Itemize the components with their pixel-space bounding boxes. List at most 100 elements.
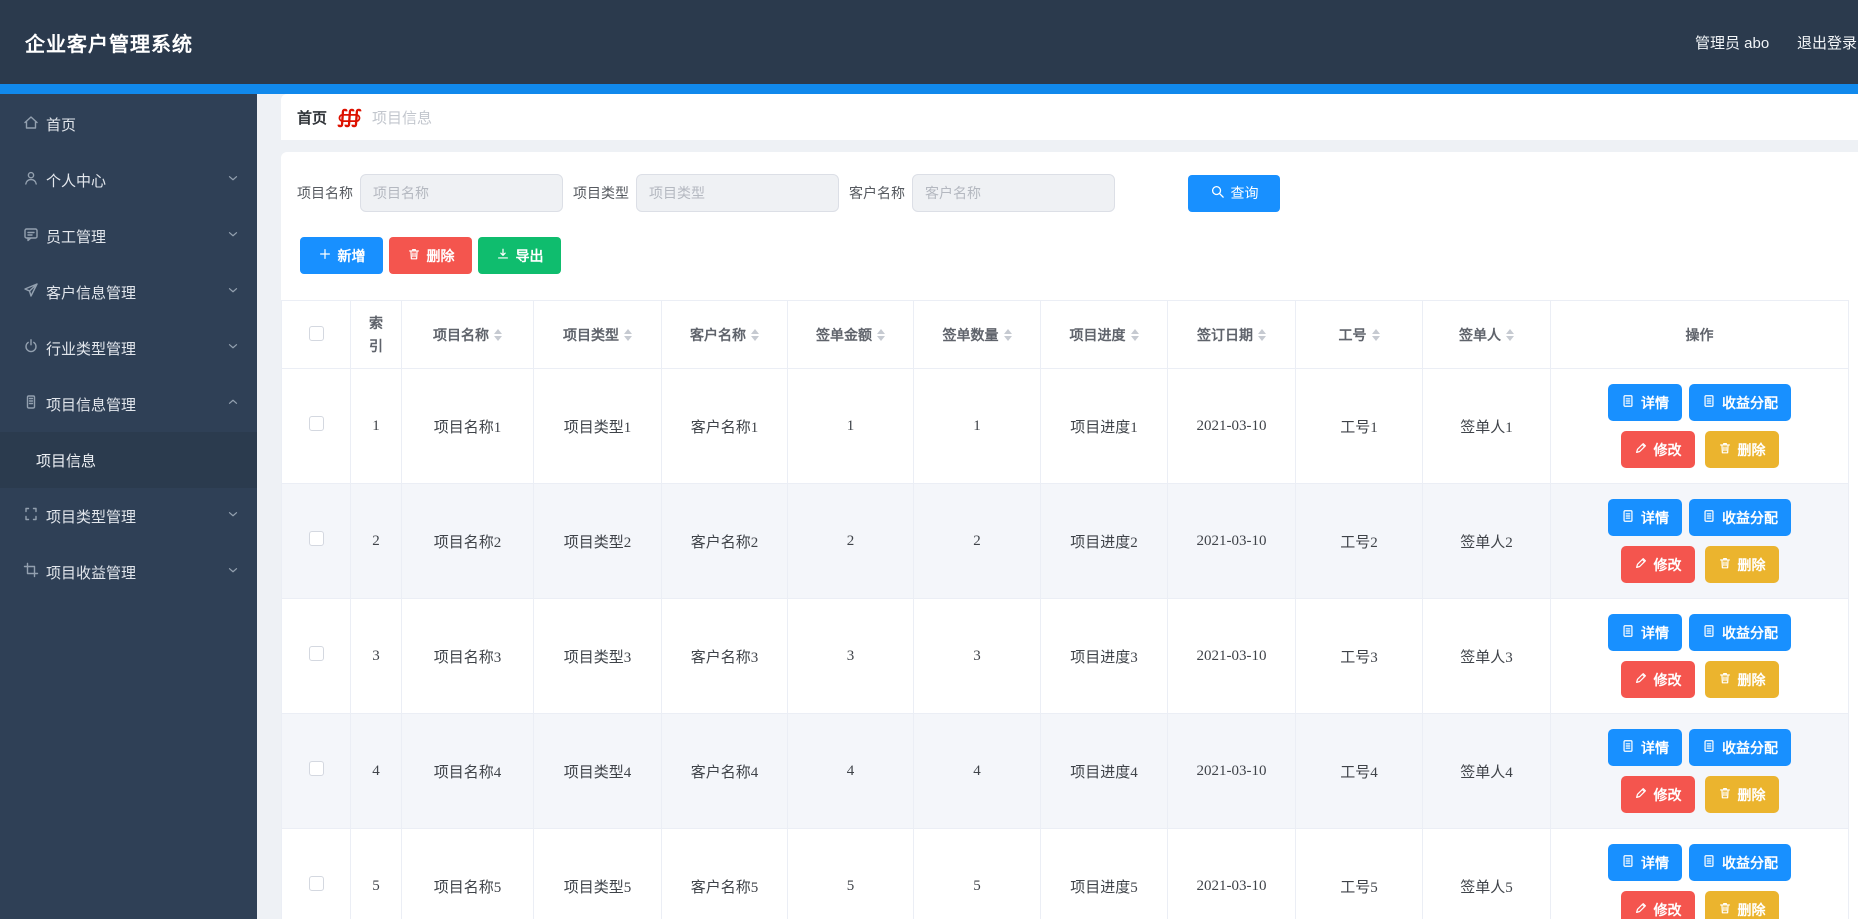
table-row: 2项目名称2项目类型2客户名称222项目进度22021-03-10工号2签单人2… (282, 484, 1849, 599)
sidebar-item-0[interactable]: 首页 (0, 96, 257, 152)
detail-button[interactable]: 详情 (1608, 614, 1682, 651)
row-checkbox[interactable] (309, 416, 324, 431)
edit-button[interactable]: 修改 (1621, 431, 1695, 468)
sidebar-item-4[interactable]: 行业类型管理 (0, 320, 257, 376)
download-icon (496, 247, 510, 264)
edit-button[interactable]: 修改 (1621, 776, 1695, 813)
sidebar-item-label: 首页 (46, 114, 76, 135)
sort-icon[interactable] (1131, 329, 1139, 341)
sidebar-item-3[interactable]: 客户信息管理 (0, 264, 257, 320)
chevron-down-icon (226, 507, 240, 526)
row-checkbox[interactable] (309, 761, 324, 776)
edit-button[interactable]: 修改 (1621, 546, 1695, 583)
column-header-2[interactable]: 项目名称 (402, 301, 534, 369)
column-header-10[interactable]: 签单人 (1423, 301, 1551, 369)
admin-name: 管理员 abo (1695, 32, 1769, 53)
table-cell: 项目进度1 (1041, 369, 1168, 484)
app-header: 企业客户管理系统 管理员 abo 退出登录 (0, 0, 1858, 84)
table-cell: 3 (788, 599, 914, 714)
sidebar-item-2[interactable]: 员工管理 (0, 208, 257, 264)
sort-icon[interactable] (751, 329, 759, 341)
column-header-5[interactable]: 签单金额 (788, 301, 914, 369)
sidebar-item-7[interactable]: 项目收益管理 (0, 544, 257, 600)
row-select-cell (282, 599, 351, 714)
project-type-input[interactable] (636, 174, 839, 212)
column-header-6[interactable]: 签单数量 (914, 301, 1041, 369)
row-checkbox[interactable] (309, 531, 324, 546)
profit-allocate-button[interactable]: 收益分配 (1689, 844, 1791, 881)
remove-button[interactable]: 删除 (1705, 661, 1779, 698)
profit-allocate-button[interactable]: 收益分配 (1689, 384, 1791, 421)
row-checkbox[interactable] (309, 646, 324, 661)
select-all-header[interactable] (282, 301, 351, 369)
customer-name-input[interactable] (912, 174, 1115, 212)
sort-icon[interactable] (1372, 329, 1380, 341)
column-header-8[interactable]: 签订日期 (1168, 301, 1296, 369)
table-cell: 项目名称2 (402, 484, 534, 599)
column-header-3[interactable]: 项目类型 (534, 301, 662, 369)
logout-link[interactable]: 退出登录 (1797, 32, 1857, 53)
table-cell: 签单人2 (1423, 484, 1551, 599)
brackets-icon (23, 506, 39, 527)
building-icon (23, 394, 39, 415)
column-header-7[interactable]: 项目进度 (1041, 301, 1168, 369)
table-cell: 2 (351, 484, 402, 599)
detail-button[interactable]: 详情 (1608, 384, 1682, 421)
sort-icon[interactable] (624, 329, 632, 341)
breadcrumb-home-link[interactable]: 首页 (297, 107, 327, 128)
sidebar-item-label: 员工管理 (46, 226, 106, 247)
chevron-down-icon (226, 563, 240, 582)
remove-button[interactable]: 删除 (1705, 891, 1779, 919)
delete-button[interactable]: 删除 (389, 237, 472, 274)
document-icon (1621, 394, 1635, 411)
sort-icon[interactable] (1004, 329, 1012, 341)
table-cell: 签单人4 (1423, 714, 1551, 829)
pencil-icon (1634, 786, 1648, 803)
trash-icon (1718, 556, 1732, 573)
detail-button[interactable]: 详情 (1608, 844, 1682, 881)
remove-button[interactable]: 删除 (1705, 776, 1779, 813)
detail-button[interactable]: 详情 (1608, 729, 1682, 766)
table-cell: 项目名称5 (402, 829, 534, 919)
table-cell: 工号1 (1296, 369, 1423, 484)
sidebar-item-label: 项目类型管理 (46, 506, 136, 527)
profit-allocate-button[interactable]: 收益分配 (1689, 729, 1791, 766)
sort-icon[interactable] (1506, 329, 1514, 341)
sidebar-subitem-项目信息[interactable]: 项目信息 (0, 432, 257, 488)
table-cell: 项目名称1 (402, 369, 534, 484)
profit-allocate-button[interactable]: 收益分配 (1689, 499, 1791, 536)
main-content: 首页 ∰ 项目信息 项目名称 项目类型 客户名称 查询 新增删除导出 (257, 94, 1858, 919)
table-cell: 签单人5 (1423, 829, 1551, 919)
table-row: 1项目名称1项目类型1客户名称111项目进度12021-03-10工号1签单人1… (282, 369, 1849, 484)
sort-icon[interactable] (494, 329, 502, 341)
search-button[interactable]: 查询 (1188, 175, 1280, 212)
add-button[interactable]: 新增 (300, 237, 383, 274)
export-button[interactable]: 导出 (478, 237, 561, 274)
row-select-cell (282, 369, 351, 484)
table-cell: 3 (351, 599, 402, 714)
content-card: 项目名称 项目类型 客户名称 查询 新增删除导出 (281, 152, 1858, 919)
detail-button[interactable]: 详情 (1608, 499, 1682, 536)
edit-button[interactable]: 修改 (1621, 891, 1695, 919)
table-cell: 项目类型1 (534, 369, 662, 484)
profit-allocate-button[interactable]: 收益分配 (1689, 614, 1791, 651)
select-all-checkbox[interactable] (309, 326, 324, 341)
table-cell: 3 (914, 599, 1041, 714)
row-checkbox[interactable] (309, 876, 324, 891)
sidebar-item-5[interactable]: 项目信息管理 (0, 376, 257, 432)
sidebar-item-6[interactable]: 项目类型管理 (0, 488, 257, 544)
remove-button[interactable]: 删除 (1705, 431, 1779, 468)
sort-icon[interactable] (877, 329, 885, 341)
breadcrumb-separator-icon: ∰ (337, 106, 362, 129)
column-header-9[interactable]: 工号 (1296, 301, 1423, 369)
project-name-input[interactable] (360, 174, 563, 212)
sidebar-item-label: 行业类型管理 (46, 338, 136, 359)
sort-icon[interactable] (1258, 329, 1266, 341)
edit-button[interactable]: 修改 (1621, 661, 1695, 698)
sidebar-item-1[interactable]: 个人中心 (0, 152, 257, 208)
table-cell: 客户名称5 (662, 829, 788, 919)
sidebar-submenu: 项目信息 (0, 432, 257, 488)
remove-button[interactable]: 删除 (1705, 546, 1779, 583)
column-header-4[interactable]: 客户名称 (662, 301, 788, 369)
table-cell: 工号3 (1296, 599, 1423, 714)
